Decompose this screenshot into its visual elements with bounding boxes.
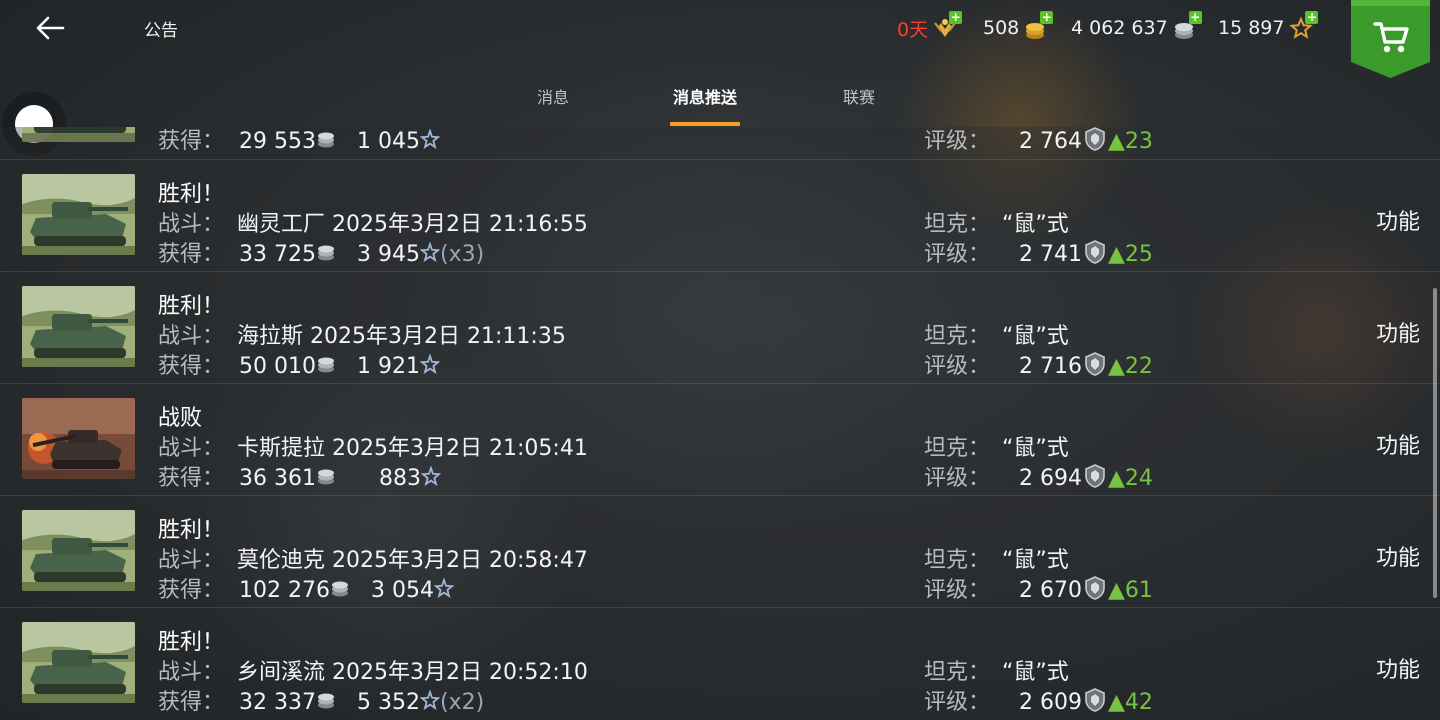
battle-result: 胜利！ [158, 182, 225, 207]
silver-coins-icon [316, 242, 336, 268]
battle-row[interactable]: 胜利！ 战斗： 海拉斯 2025年3月2日 21:11:35 获得： 50 01… [0, 271, 1440, 383]
function-button[interactable]: 功能 [1376, 540, 1420, 572]
battle-result: 胜利！ [158, 630, 225, 655]
reward-line: 获得： 33 725 3 945 (x3) [158, 241, 485, 268]
gold-coins-icon: + [1023, 11, 1054, 41]
tab-push-notifications[interactable]: 消息推送 [670, 84, 741, 126]
free-xp-value: 15 897 [1218, 17, 1285, 39]
silver-coins-icon [316, 129, 336, 155]
battle-result: 胜利！ [158, 294, 225, 319]
gold-value: 508 [983, 17, 1020, 39]
list-scrollbar[interactable] [1433, 288, 1437, 598]
victory-tank-thumbnail [22, 622, 135, 703]
function-button[interactable]: 功能 [1376, 316, 1420, 348]
add-premium-button[interactable]: + [949, 11, 963, 24]
premium-wings-icon: + [932, 11, 963, 41]
shop-button[interactable] [1351, 0, 1430, 78]
reward-line: 获得： 36 361 883 [158, 460, 442, 492]
battle-line: 战斗： 莫伦迪克 2025年3月2日 20:58:47 [158, 548, 588, 573]
battle-line: 战斗： 卡斯提拉 2025年3月2日 21:05:41 [158, 436, 588, 461]
function-button[interactable]: 功能 [1376, 652, 1420, 684]
battle-row[interactable]: 战败 战斗： 卡斯提拉 2025年3月2日 21:05:41 获得： 36 36… [0, 383, 1440, 495]
battle-line: 战斗： 海拉斯 2025年3月2日 21:11:35 [158, 324, 566, 349]
rating-line: 评级： 2 764 ▲23 [924, 127, 1153, 158]
tab-league[interactable]: 联赛 [843, 84, 875, 126]
silver-coins-icon [316, 466, 336, 492]
credits-counter[interactable]: 4 062 637 + [1071, 11, 1202, 42]
victory-tank-thumbnail [22, 286, 135, 367]
rating-line: 评级： 2 741 ▲25 [924, 236, 1153, 271]
reward-line: 获得： 50 010 1 921 [158, 348, 441, 380]
battle-row[interactable]: 胜利！ 战斗： 乡间溪流 2025年3月2日 20:52:10 获得： 32 3… [0, 607, 1440, 719]
free-xp-star-icon: + [1288, 11, 1319, 41]
xp-star-icon [419, 353, 441, 380]
add-credits-button[interactable]: + [1188, 11, 1202, 24]
battle-line: 战斗： 乡间溪流 2025年3月2日 20:52:10 [158, 660, 588, 685]
rating-shield-icon [1082, 127, 1108, 158]
tab-bar: 消息 消息推送 联赛 [0, 84, 1440, 126]
defeat-tank-thumbnail [22, 398, 135, 479]
silver-coins-icon: + [1172, 11, 1202, 41]
tank-line: 坦克： “鼠”式 [924, 324, 1069, 349]
battle-line: 战斗： 幽灵工厂 2025年3月2日 21:16:55 [158, 212, 588, 237]
battle-row[interactable]: 胜利！ 战斗： 幽灵工厂 2025年3月2日 21:16:55 获得： 33 7… [0, 159, 1440, 271]
battle-row[interactable]: 胜利！ 战斗： 莫伦迪克 2025年3月2日 20:58:47 获得： 102 … [0, 495, 1440, 607]
free-xp-counter[interactable]: 15 897 + [1218, 11, 1319, 42]
xp-star-icon [419, 128, 441, 155]
rating-line: 评级： 2 609 ▲42 [924, 684, 1153, 719]
premium-days-value: 0天 [897, 18, 929, 41]
tab-messages[interactable]: 消息 [537, 84, 569, 126]
battle-result: 胜利！ [158, 518, 225, 543]
reward-line: 获得： 102 276 3 054 [158, 572, 455, 604]
battle-result: 战败 [158, 406, 203, 431]
rating-line: 评级： 2 670 ▲61 [924, 572, 1153, 607]
gold-counter[interactable]: 508 + [983, 11, 1054, 42]
rating-shield-icon [1082, 463, 1108, 495]
back-arrow-icon[interactable] [30, 12, 70, 44]
xp-star-icon [419, 689, 441, 716]
rating-line: 评级： 2 716 ▲22 [924, 348, 1153, 383]
silver-coins-icon [316, 690, 336, 716]
xp-star-icon [433, 577, 455, 604]
rating-shield-icon [1082, 239, 1108, 271]
tank-line: 坦克： “鼠”式 [924, 548, 1069, 573]
battle-notification-list: 获得： 29 553 1 045 评级： 2 764 ▲23 胜利！ 战斗： 幽灵… [0, 127, 1440, 720]
premium-account-counter[interactable]: 0天 + [897, 11, 963, 42]
battle-row-partial[interactable]: 获得： 29 553 1 045 评级： 2 764 ▲23 [0, 127, 1440, 159]
active-tab-indicator [670, 122, 741, 126]
rating-line: 评级： 2 694 ▲24 [924, 460, 1153, 495]
tank-line: 坦克： “鼠”式 [924, 436, 1069, 461]
silver-coins-icon [316, 354, 336, 380]
victory-tank-thumbnail [22, 510, 135, 591]
reward-line: 获得： 32 337 5 352 (x2) [158, 689, 485, 716]
victory-tank-thumbnail [22, 174, 135, 255]
reward-line: 获得： 29 553 1 045 [158, 127, 441, 155]
xp-star-icon [420, 465, 442, 492]
add-free-xp-button[interactable]: + [1305, 11, 1319, 24]
xp-star-icon [419, 241, 441, 268]
function-button[interactable]: 功能 [1376, 204, 1420, 236]
credits-value: 4 062 637 [1071, 17, 1168, 39]
silver-coins-icon [330, 578, 350, 604]
top-bar: 公告 0天 + 508 + 4 062 637 + 15 897 + [0, 0, 1440, 78]
rating-shield-icon [1082, 351, 1108, 383]
rating-shield-icon [1082, 575, 1108, 607]
tank-line: 坦克： “鼠”式 [924, 660, 1069, 685]
page-title: 公告 [144, 21, 178, 41]
battle-thumbnail [22, 127, 135, 142]
function-button[interactable]: 功能 [1376, 428, 1420, 460]
add-gold-button[interactable]: + [1040, 11, 1054, 24]
rating-shield-icon [1082, 687, 1108, 719]
tank-line: 坦克： “鼠”式 [924, 212, 1069, 237]
